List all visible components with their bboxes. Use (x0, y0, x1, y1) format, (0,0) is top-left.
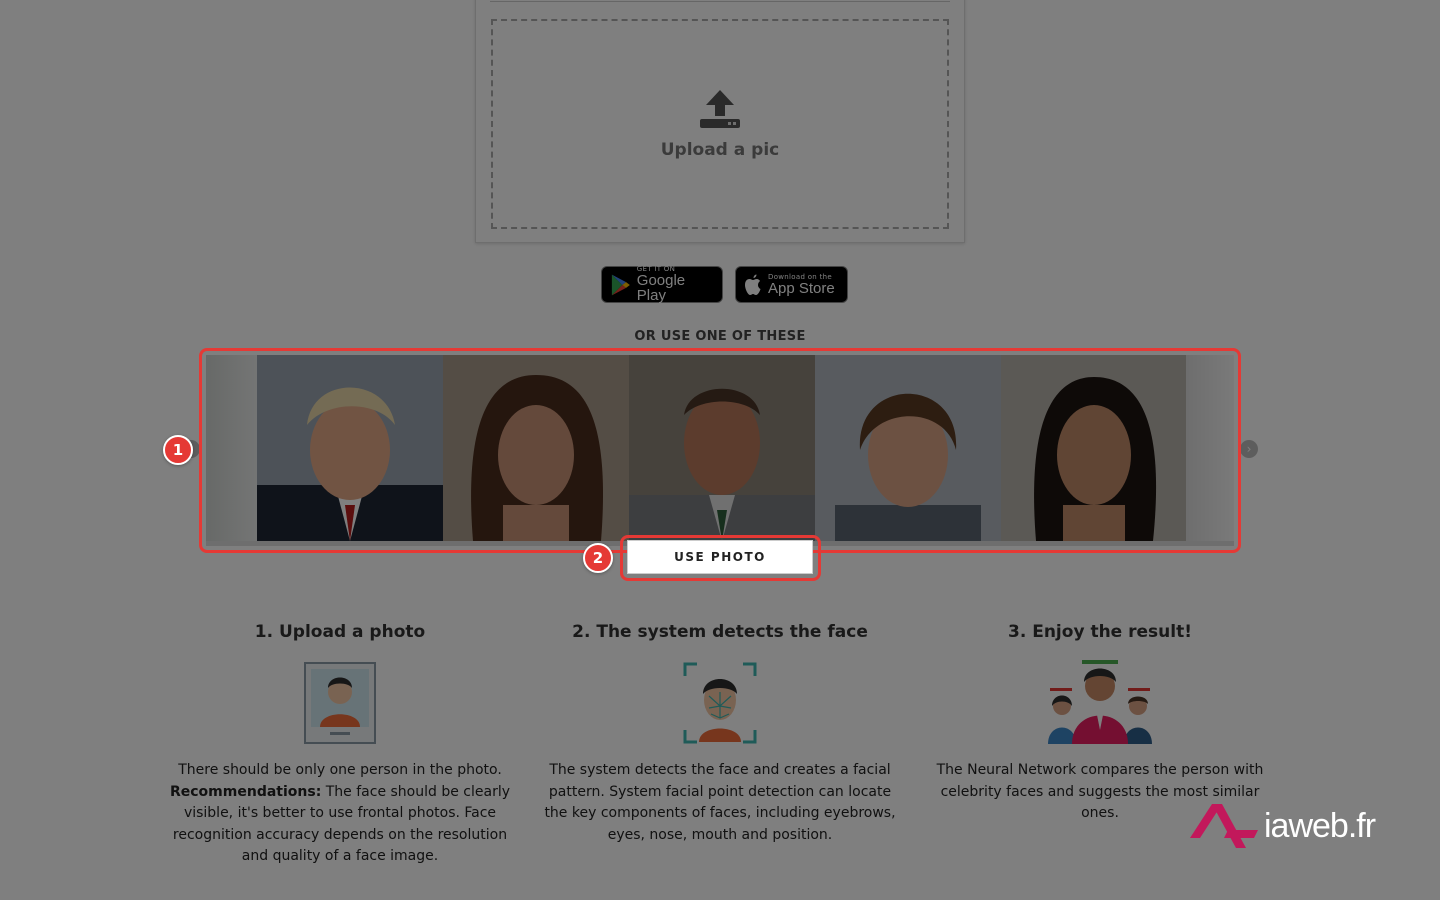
step-detect: 2. The system detects the face The syste… (540, 622, 900, 846)
carousel-highlight (199, 348, 1241, 553)
google-play-label: Google Play (636, 272, 686, 304)
step-1-text: There should be only one person in the p… (169, 762, 510, 864)
step-result: 3. Enjoy the result! The Neural Network … (920, 622, 1280, 825)
step-1-title: 1. Upload a photo (254, 622, 426, 642)
app-store-button[interactable]: Download on the App Store (735, 266, 848, 303)
iaweb-logo: iaweb.fr (1188, 800, 1408, 852)
step-2-title: 2. The system detects the face (572, 622, 868, 642)
use-photo-highlight (620, 535, 821, 581)
step-upload: 1. Upload a photo There should be only o… (160, 622, 520, 868)
upload-card-divider (490, 1, 950, 2)
iaweb-logo-icon (1190, 804, 1258, 848)
upload-label: Upload a pic (660, 140, 780, 160)
carousel-next-icon[interactable]: › (1240, 440, 1258, 458)
upload-dropzone[interactable]: Upload a pic (491, 19, 949, 229)
step-2-text: The system detects the face and creates … (544, 762, 896, 843)
google-play-button[interactable]: GET IT ON Google Play (601, 266, 723, 303)
google-play-icon (611, 274, 630, 295)
apple-icon (745, 274, 761, 295)
upload-icon (700, 90, 740, 128)
photo-id-icon (160, 660, 520, 744)
samples-heading: OR USE ONE OF THESE (634, 329, 806, 344)
app-store-label: App Store (768, 279, 835, 297)
annotation-marker-1: 1 (163, 435, 193, 465)
face-scan-icon (540, 660, 900, 744)
step-3-title: 3. Enjoy the result! (1008, 622, 1192, 642)
people-compare-icon (920, 660, 1280, 744)
upload-card: Upload a pic (475, 0, 965, 243)
annotation-marker-2: 2 (583, 543, 613, 573)
iaweb-logo-text: iaweb.fr (1264, 806, 1376, 845)
